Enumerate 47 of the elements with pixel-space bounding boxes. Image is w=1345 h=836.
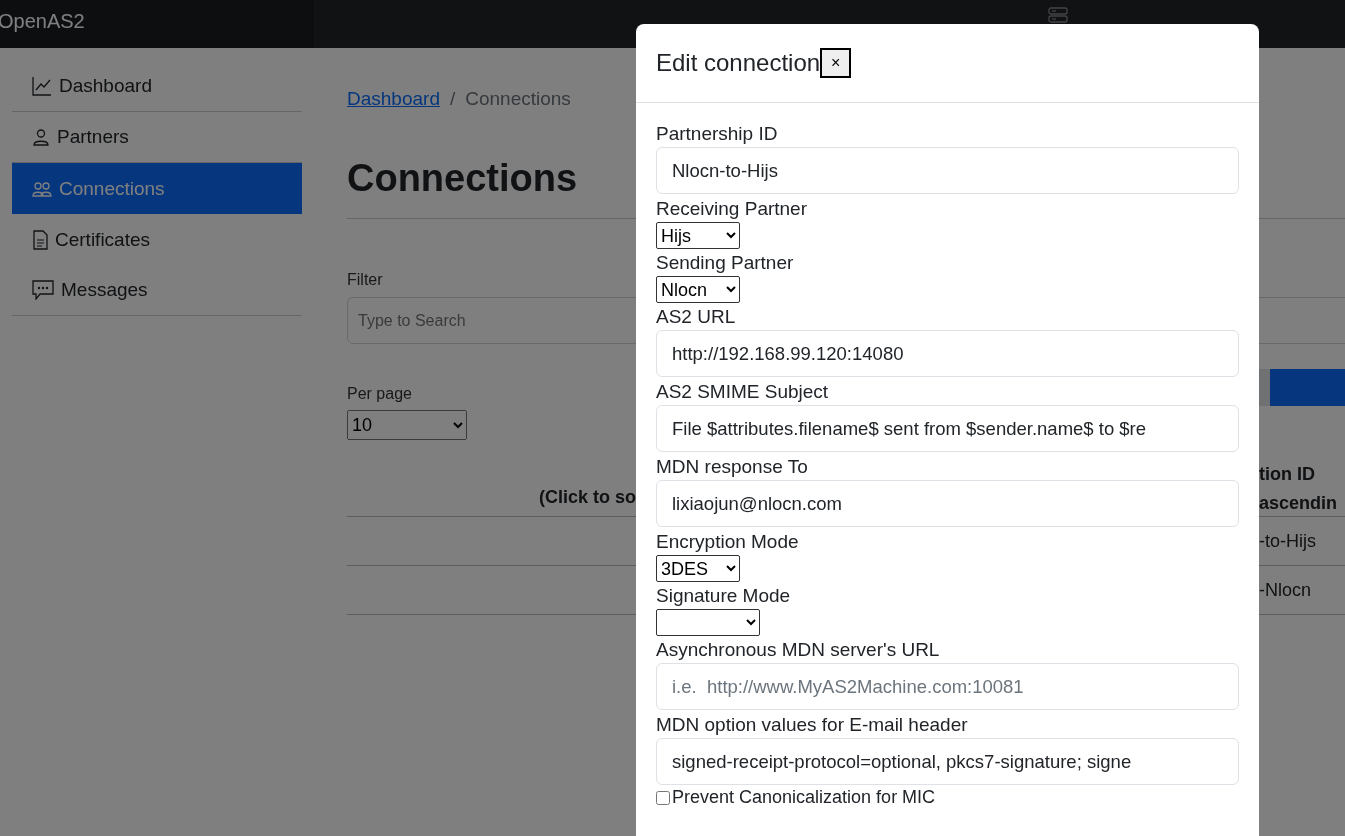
breadcrumb-separator: / [449, 88, 456, 110]
sort-hint: ascendin [1259, 493, 1339, 514]
per-page-label: Per page [347, 385, 412, 403]
sidebar-item[interactable]: Certificates [12, 214, 302, 265]
text-field[interactable]: File $attributes.filename$ sent from $sender.name$ to $re [656, 405, 1239, 452]
checkbox-label: Prevent Canonicalization for MIC [672, 787, 936, 808]
field-label: MDN response To [656, 456, 808, 478]
close-button[interactable]: × [820, 48, 852, 78]
text-field[interactable]: http://192.168.99.120:14080 [656, 330, 1239, 377]
modal-title: Edit connection [656, 49, 821, 77]
people-icon [32, 179, 52, 198]
column-header[interactable]: (Click to so [347, 487, 636, 516]
sidebar-item[interactable]: Connections [12, 163, 302, 214]
page-title: Connections [347, 157, 578, 200]
field-label: Partnership ID [656, 123, 778, 145]
sidebar-item[interactable]: Messages [12, 265, 302, 316]
field-label: AS2 SMIME Subject [656, 381, 829, 403]
field-label: Sending Partner [656, 252, 794, 274]
field-label: MDN option values for E-mail header [656, 714, 968, 736]
field-label: AS2 URL [656, 306, 736, 328]
chat-dots-icon [32, 280, 54, 300]
per-page-select[interactable]: 10 [347, 410, 467, 440]
server-stack-icon[interactable] [1047, 7, 1069, 23]
breadcrumb-current: Connections [465, 88, 571, 110]
document-icon [32, 229, 48, 250]
person-icon [32, 128, 50, 146]
field-label: Asynchronous MDN server's URL [656, 639, 940, 661]
line-chart-icon [32, 76, 52, 96]
dropdown[interactable]: Hijs [656, 222, 740, 249]
text-field[interactable]: signed-receipt-protocol=optional, pkcs7-signature; signe [656, 738, 1239, 785]
text-field[interactable]: lixiaojun@nlocn.com [656, 480, 1239, 527]
checkbox[interactable] [656, 790, 670, 805]
field-label: Signature Mode [656, 585, 791, 607]
text-field[interactable]: Nlocn-to-Hijs [656, 147, 1239, 194]
breadcrumb-link[interactable]: Dashboard [347, 88, 440, 110]
column-header[interactable]: tion ID [1259, 464, 1345, 485]
dropdown[interactable] [656, 609, 760, 636]
dropdown[interactable]: Nlocn [656, 276, 740, 303]
table-cell-text: -to-Hijs [1259, 530, 1317, 552]
table-cell-text: -Nlocn [1259, 579, 1312, 601]
field-label: Receiving Partner [656, 198, 808, 220]
sidebar-item[interactable]: Dashboard [12, 61, 302, 112]
filter-label: Filter [347, 271, 383, 289]
text-field[interactable]: i.e. http://www.MyAS2Machine.com:10081 [656, 663, 1239, 710]
search-button[interactable] [1269, 369, 1345, 406]
dropdown[interactable]: 3DES [656, 555, 740, 582]
field-label: Encryption Mode [656, 531, 799, 553]
